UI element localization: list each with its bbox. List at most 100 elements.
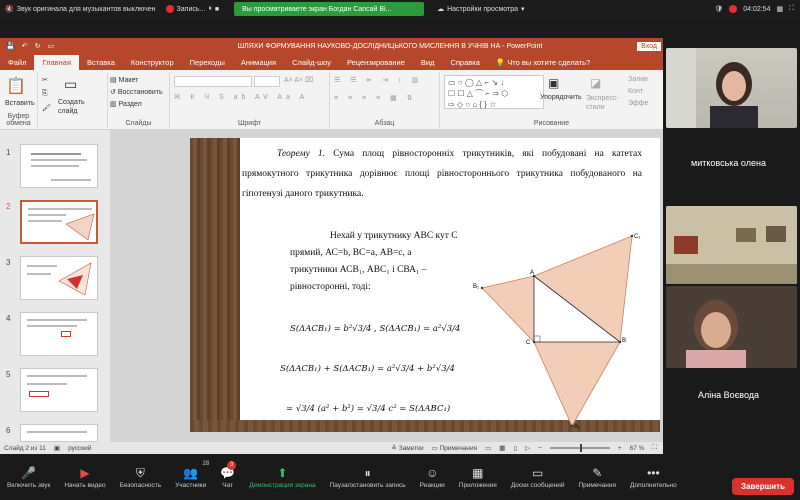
quick-styles-icon[interactable]: ◪ [590,76,601,90]
comments-button[interactable]: ▭ Примечания [432,444,477,452]
formula-3[interactable]: = √3/4 (a² + b²) = √3/4 c² = S(ΔABC₁) [286,404,450,414]
language-indicator[interactable]: русский [68,445,91,452]
save-icon[interactable]: 💾 [6,42,15,50]
pause-icon[interactable]: ⏸ [208,5,212,13]
zoom-level[interactable]: 67 % [630,445,645,452]
arrange-icon[interactable]: ▣ [548,76,559,90]
clock: 🛡 04:02:54 ▦ ⛶ [714,5,800,13]
stop-icon[interactable]: ■ [215,6,219,13]
thumbnail-slide-6[interactable] [20,424,98,442]
font-name-box[interactable] [174,76,252,87]
proof-text[interactable]: Нехай у трикутнику АВС кут С прямий, АС=… [290,228,460,296]
font-size-box[interactable] [254,76,280,87]
whiteboards-button[interactable]: ▭ Доски сообщений [504,456,572,500]
slide-editor[interactable]: Теорему 1. Сума площ рівносторонніх трик… [110,130,663,442]
view-settings-label: Настройки просмотра [447,5,518,13]
thumbnail-slide-2[interactable] [20,200,98,244]
thumb-number: 6 [6,426,11,435]
list-icons[interactable]: ☰ ☰ ⇤ ⇥ ↕ ▥ [334,76,422,84]
participants-button[interactable]: 👥 28 Участники [168,456,213,500]
more-button[interactable]: ••• Дополнительно [623,456,684,500]
slide-counter: Слайд 2 из 11 [4,444,46,452]
layout-button[interactable]: ▤ Макет [110,76,138,84]
formula-1[interactable]: S(ΔACB₁) = b²√3/4 , S(ΔACB₁) = a²√3/4 [290,324,460,334]
thumbnail-slide-4[interactable] [20,312,98,356]
arrange-button[interactable]: Упорядочить [540,94,582,101]
format-painter-icon[interactable]: 🖌 [42,104,51,112]
redo-icon[interactable]: ↻ [35,42,41,50]
unmute-button[interactable]: 🎤 Включить звук [0,456,57,500]
zoom-in-icon[interactable]: + [618,445,622,452]
tab-animations[interactable]: Анимация [233,55,284,70]
sorter-view-icon[interactable]: ▦ [499,444,505,452]
paste-button[interactable]: Вставить [5,100,35,107]
quick-styles-button[interactable]: Экспресс-стили [586,94,622,112]
new-slide-button[interactable]: Создать слайд [58,98,98,116]
restore-button[interactable]: ↺ Восстановить [110,88,163,96]
tab-home[interactable]: Главная [34,55,79,70]
pause-recording-label: Пауза/остановить запись [329,482,406,489]
new-slide-icon[interactable]: ▭ [64,76,77,93]
fit-slide-icon[interactable]: ⛶ [652,444,657,452]
thumbnail-slide-5[interactable] [20,368,98,412]
notes-button[interactable]: ✎ Примечания [571,456,623,500]
font-style-icons[interactable]: Ж К Ч S ab AV Aa A [174,94,308,101]
grow-font-icon[interactable]: A˄ A˅ ⌧ [284,76,313,84]
participant-video-3[interactable] [666,286,797,368]
chat-button[interactable]: 💬 3 Чат [213,456,242,500]
tab-design[interactable]: Конструктор [123,55,182,70]
security-button[interactable]: ⛨ Безопасность [113,456,168,500]
paste-icon[interactable]: 📋 [6,76,26,96]
undo-icon[interactable]: ↶ [22,42,28,50]
spellcheck-icon[interactable]: ▣ [54,444,60,452]
ppt-title-bar: 💾 ↶ ↻ ▭ ШЛЯХИ ФОРМУВАННЯ НАУКОВО-ДОСЛІДН… [0,38,663,54]
tell-me-search[interactable]: 💡 Что вы хотите сделать? [488,55,598,70]
tab-file[interactable]: Файл [0,55,34,70]
apps-icon: ▦ [472,466,484,480]
tab-slideshow[interactable]: Слайд-шоу [284,55,339,70]
thumbnail-slide-1[interactable] [20,144,98,188]
current-slide[interactable]: Теорему 1. Сума площ рівносторонніх трик… [190,138,660,432]
tab-transitions[interactable]: Переходы [182,55,233,70]
grid-view-icon[interactable]: ▦ [776,5,783,13]
whiteboards-label: Доски сообщений [510,482,565,489]
meeting-toolbar: 🎤 Включить звук ▶ Начать видео ⛨ Безопас… [0,456,800,500]
section-button[interactable]: ▥ Раздел [110,100,142,108]
participant-video-2[interactable] [666,206,797,284]
chevron-down-icon: ▾ [520,6,525,13]
apps-button[interactable]: ▦ Приложения [452,456,504,500]
sound-status[interactable]: 🔇 Звук оригинала для музыкантов выключен [0,5,161,14]
slideshow-view-icon[interactable]: ▷ [525,444,530,452]
tab-help[interactable]: Справка [442,55,487,70]
fullscreen-icon[interactable]: ⛶ [789,5,794,13]
cut-icon[interactable]: ✂ [42,76,48,84]
view-settings-button[interactable]: ☁ Настройки просмотра ▾ [432,5,529,14]
shape-outline-button[interactable]: Конт [628,88,643,95]
tab-view[interactable]: Вид [413,55,443,70]
login-button[interactable]: Вход [637,41,661,51]
copy-icon[interactable]: ⎘ [42,90,48,98]
formula-2[interactable]: S(ΔACB₁) + S(ΔACB₁) = a²√3/4 + b²√3/4 [280,364,455,374]
notes-button[interactable]: ≙ Заметки [392,444,424,452]
zoom-slider[interactable] [549,444,610,452]
thumbnail-slide-3[interactable] [20,256,98,300]
theorem-text[interactable]: Теорему 1. Сума площ рівносторонніх трик… [242,144,642,204]
participant-video-1[interactable] [666,48,797,128]
geometry-figure[interactable]: B₁ C₁ A B C A₁ [472,230,650,430]
normal-view-icon[interactable]: ▭ [485,444,491,452]
shapes-gallery[interactable]: ▭ ○ ◯ △ ⌐ ↘ ↓ ☐ ☐ △ ⌒ ⌐ ⇒ ⬡ ⇨ ◇ ○ ⌂ { } ☆ [444,75,544,109]
shape-fill-button[interactable]: Залив [628,76,648,83]
zoom-out-icon[interactable]: − [538,445,542,452]
tab-review[interactable]: Рецензирование [339,55,413,70]
end-meeting-button[interactable]: Завершить [731,478,794,495]
shape-effects-button[interactable]: Эффе [628,100,648,107]
start-video-button[interactable]: ▶ Начать видео [57,456,112,500]
present-icon[interactable]: ▭ [47,42,54,50]
share-screen-button[interactable]: ⬆ Демонстрация экрана [242,456,322,500]
tab-insert[interactable]: Вставка [79,55,123,70]
reading-view-icon[interactable]: ▯ [513,444,517,452]
reactions-button[interactable]: ☺ Реакции [413,456,452,500]
recording-indicator[interactable]: Запись... ⏸ ■ [161,5,225,13]
pause-recording-button[interactable]: ⏸ Пауза/остановить запись [323,456,413,500]
align-icons[interactable]: ≡ ≡ ≡ ≡ ▦ ⇅ [334,94,417,102]
